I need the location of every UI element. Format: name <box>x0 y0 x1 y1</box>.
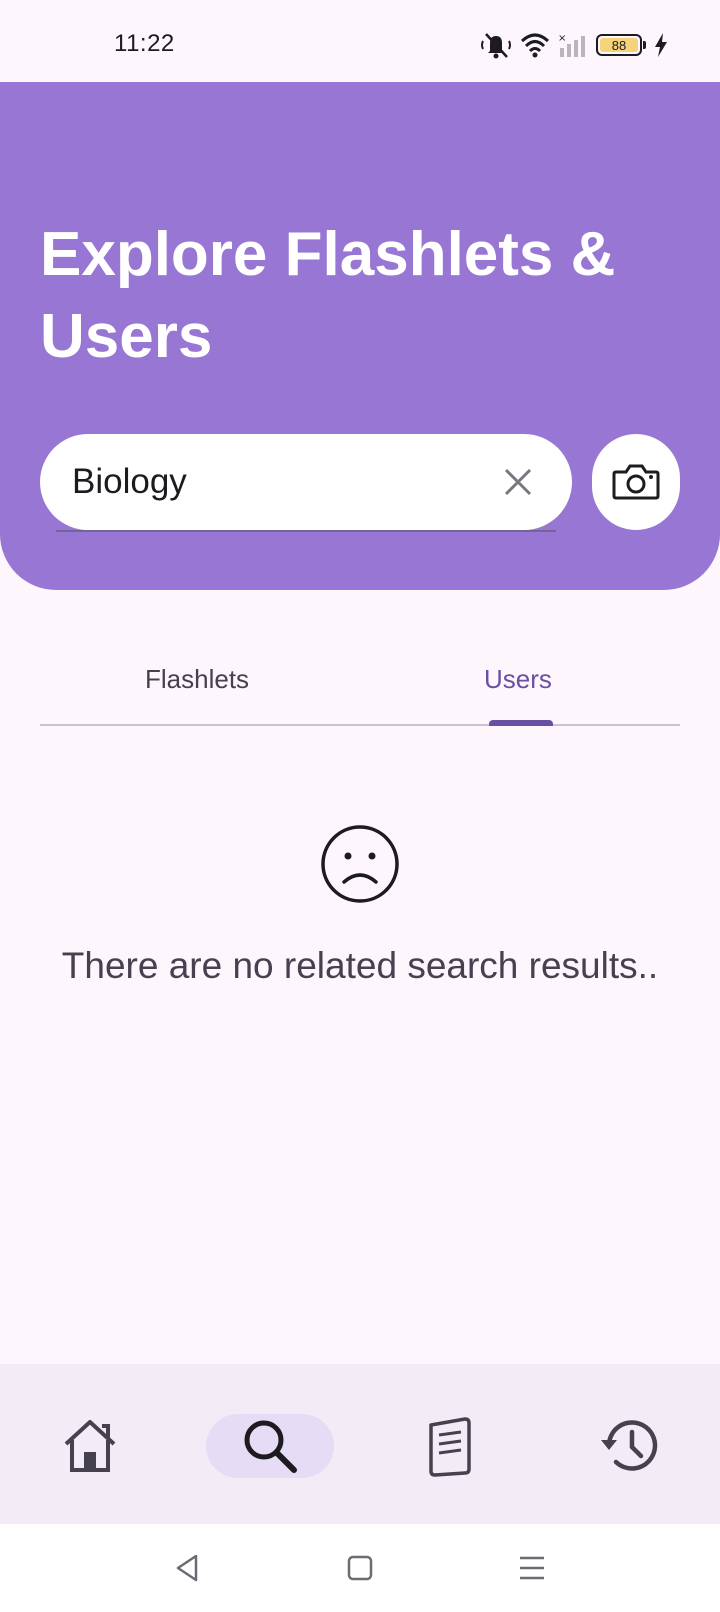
system-navigation-bar <box>0 1524 720 1612</box>
nav-search[interactable] <box>206 1414 334 1478</box>
search-icon <box>244 1420 297 1473</box>
flashcards-icon <box>429 1417 471 1477</box>
home-icon <box>64 1420 116 1472</box>
search-input[interactable]: Biology <box>72 462 187 502</box>
nav-flashcards[interactable] <box>416 1414 484 1478</box>
signal-icon: × <box>558 32 588 58</box>
bottom-navigation <box>0 1364 720 1524</box>
nav-home[interactable] <box>56 1414 124 1478</box>
charging-icon <box>654 33 668 57</box>
home-square-icon <box>347 1555 373 1581</box>
nav-history[interactable] <box>596 1414 664 1478</box>
close-icon <box>504 468 532 496</box>
wifi-icon <box>520 32 550 58</box>
svg-text:×: × <box>558 33 566 44</box>
system-home-button[interactable] <box>342 1550 378 1586</box>
sad-face-icon <box>321 825 399 903</box>
history-icon <box>601 1420 658 1471</box>
empty-state-message: There are no related search results.. <box>61 945 659 986</box>
system-back-button[interactable] <box>170 1550 206 1586</box>
tab-flashlets[interactable]: Flashlets <box>145 664 249 695</box>
camera-search-button[interactable] <box>592 434 680 530</box>
battery-icon: 88 <box>596 34 646 56</box>
tab-indicator <box>489 720 553 726</box>
mute-icon <box>480 31 512 59</box>
menu-icon <box>520 1556 544 1580</box>
status-icons: × 88 <box>480 30 668 60</box>
status-time: 11:22 <box>114 30 175 57</box>
back-icon <box>176 1554 198 1582</box>
system-recents-button[interactable] <box>514 1550 550 1586</box>
status-bar: 11:22 × 88 <box>0 0 720 82</box>
page-title-line2: Users <box>40 302 213 371</box>
page-title-line1: Explore Flashlets & <box>40 220 616 289</box>
search-bar[interactable]: Biology <box>40 434 572 532</box>
header-banner: Explore Flashlets & Users Biology <box>0 82 720 590</box>
clear-search-button[interactable] <box>498 462 538 502</box>
explore-screen: 11:22 × 88 Explore Flashlets & Users Bio… <box>0 0 720 1612</box>
battery-level: 88 <box>600 38 638 53</box>
tab-bar: Flashlets Users <box>40 640 680 726</box>
page-title: Explore Flashlets & Users <box>40 214 680 378</box>
camera-icon <box>612 464 660 500</box>
tab-users[interactable]: Users <box>484 664 552 695</box>
search-underline <box>56 530 556 532</box>
